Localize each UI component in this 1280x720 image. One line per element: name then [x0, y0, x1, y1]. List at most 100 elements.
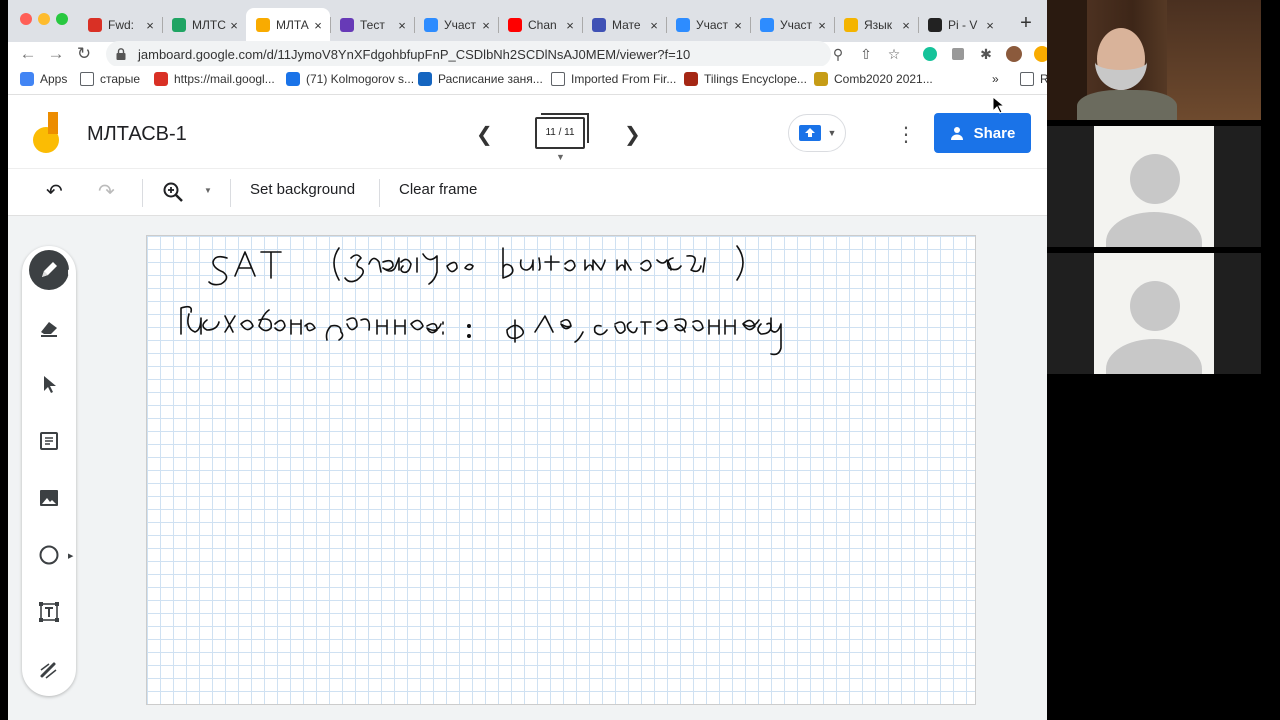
close-tab-icon[interactable]: ×: [900, 18, 912, 33]
back-button[interactable]: ←: [18, 44, 38, 64]
cast-to-meeting-button[interactable]: ▼: [788, 114, 846, 152]
new-tab-button[interactable]: +: [1016, 12, 1036, 35]
bookmarks-overflow-button[interactable]: »: [992, 72, 999, 86]
zoom-icon[interactable]: ⚲: [828, 44, 848, 64]
bookmark-item[interactable]: Tilings Encyclope...: [684, 72, 807, 86]
browser-tab[interactable]: Pi - V ×: [918, 8, 1002, 42]
forward-button[interactable]: →: [46, 44, 66, 64]
toolbar-divider: [230, 179, 231, 207]
browser-tab[interactable]: Мате ×: [582, 8, 666, 42]
close-tab-icon[interactable]: ×: [816, 18, 828, 33]
bookmark-item[interactable]: Apps: [20, 72, 67, 86]
tab-strip: Fwd: × МЛТС × МЛТА × Тест × Участ × Chan × Мате × Уча…: [8, 0, 1048, 42]
undo-icon[interactable]: ↶: [46, 179, 63, 204]
bookmark-label: Imported From Fir...: [571, 72, 677, 86]
close-tab-icon[interactable]: ×: [480, 18, 492, 33]
extensions-puzzle-icon[interactable]: ✱: [976, 44, 996, 64]
more-options-icon[interactable]: ⋮: [896, 122, 916, 147]
avatar-placeholder-icon: [1130, 154, 1180, 204]
bookmark-label: Apps: [40, 72, 68, 86]
select-arrow-icon: [44, 376, 56, 393]
extension-icon[interactable]: [948, 44, 968, 64]
lock-icon: [116, 48, 126, 60]
bookmark-label: старые: [100, 72, 141, 86]
bookmark-label: Tilings Encyclope...: [704, 72, 807, 86]
sticky-note-tool-button[interactable]: [29, 421, 69, 461]
previous-frame-button[interactable]: ❮: [476, 122, 493, 147]
profile-avatar[interactable]: [1004, 44, 1024, 64]
next-frame-button[interactable]: ❯: [624, 122, 641, 147]
participant-video-tile[interactable]: [1047, 253, 1261, 374]
folder-icon: [551, 72, 565, 86]
share-button[interactable]: Share: [934, 113, 1031, 153]
wikipedia-icon: [928, 18, 942, 32]
browser-tab[interactable]: Chan ×: [498, 8, 582, 42]
bookmark-item[interactable]: Comb2020 2021...: [814, 72, 933, 86]
close-tab-icon[interactable]: ×: [396, 18, 408, 33]
redo-icon[interactable]: ↷: [98, 179, 115, 204]
shape-options-chevron-icon[interactable]: ▶: [68, 552, 73, 560]
whiteboard-frame[interactable]: [146, 235, 976, 705]
browser-tab[interactable]: Fwd: ×: [78, 8, 162, 42]
address-bar[interactable]: jamboard.google.com/d/11JymoV8YnXFdgohbf…: [106, 41, 831, 67]
grammarly-icon[interactable]: [920, 44, 940, 64]
browser-tab[interactable]: Участ ×: [666, 8, 750, 42]
browser-tab[interactable]: Язык ×: [834, 8, 918, 42]
select-tool-button[interactable]: [29, 364, 69, 404]
bookmark-item[interactable]: https://mail.googl...: [154, 72, 275, 86]
clear-frame-button[interactable]: Clear frame: [399, 181, 477, 198]
bookmark-item[interactable]: старые: [80, 72, 140, 86]
close-tab-icon[interactable]: ×: [312, 18, 324, 33]
browser-tab[interactable]: Участ ×: [414, 8, 498, 42]
participant-video-tile[interactable]: [1047, 126, 1261, 247]
bookmark-item[interactable]: Imported From Fir...: [551, 72, 676, 86]
browser-tab[interactable]: МЛТА ×: [246, 8, 330, 42]
bookmark-star-icon[interactable]: ☆: [884, 44, 904, 64]
text-box-tool-button[interactable]: [29, 592, 69, 632]
close-tab-icon[interactable]: ×: [144, 18, 156, 33]
reading-list-button[interactable]: R: [1020, 72, 1048, 86]
bookmark-item[interactable]: (71) Kolmogorov s...: [286, 72, 414, 86]
reading-list-icon: [1020, 72, 1034, 86]
zoom-in-icon[interactable]: [162, 181, 184, 203]
browser-tab[interactable]: МЛТС ×: [162, 8, 246, 42]
browser-tab[interactable]: Участ ×: [750, 8, 834, 42]
bookmark-label: Расписание заня...: [438, 72, 543, 86]
shape-tool-button[interactable]: [29, 535, 69, 575]
frame-bar-chevron-icon[interactable]: ▼: [556, 152, 565, 162]
bookmark-label: (71) Kolmogorov s...: [306, 72, 415, 86]
update-badge-icon[interactable]: [1032, 44, 1048, 64]
reload-button[interactable]: ↻: [74, 44, 94, 64]
zoom-icon: [760, 18, 774, 32]
gmail-icon: [154, 72, 168, 86]
maximize-window-button[interactable]: [56, 13, 68, 25]
gmail-icon: [88, 18, 102, 32]
jamboard-toolbar: ↶ ↷ ▼ Set background Clear frame: [8, 168, 1048, 216]
bookmarks-bar: Apps старые https://mail.googl... (71) Kolm…: [8, 66, 1048, 95]
bookmark-item[interactable]: Расписание заня...: [418, 72, 543, 86]
eraser-tool-button[interactable]: [29, 307, 69, 347]
zoom-dropdown-chevron-icon[interactable]: ▼: [204, 186, 212, 195]
image-tool-button[interactable]: [29, 478, 69, 518]
close-tab-icon[interactable]: ×: [228, 18, 240, 33]
pen-options-chevron-icon[interactable]: ▶: [68, 268, 73, 276]
tab-title: Участ: [780, 18, 813, 32]
close-tab-icon[interactable]: ×: [648, 18, 660, 33]
speaker-beard: [1095, 34, 1147, 90]
share-page-icon[interactable]: ⇧: [856, 44, 876, 64]
close-tab-icon[interactable]: ×: [732, 18, 744, 33]
minimize-window-button[interactable]: [38, 13, 50, 25]
close-window-button[interactable]: [20, 13, 32, 25]
jamboard-logo-icon[interactable]: [32, 112, 64, 154]
speaker-video-tile[interactable]: [1047, 0, 1261, 120]
frame-counter[interactable]: 11 / 11: [535, 113, 589, 149]
close-tab-icon[interactable]: ×: [984, 18, 996, 33]
pen-tool-button[interactable]: [29, 250, 69, 290]
laser-tool-button[interactable]: [29, 649, 69, 689]
browser-tab[interactable]: Тест ×: [330, 8, 414, 42]
set-background-button[interactable]: Set background: [250, 181, 355, 198]
document-title[interactable]: МЛТАСВ-1: [87, 123, 187, 146]
close-tab-icon[interactable]: ×: [564, 18, 576, 33]
tool-palette: ▶ ▶: [22, 246, 76, 696]
toolbar-divider: [142, 179, 143, 207]
